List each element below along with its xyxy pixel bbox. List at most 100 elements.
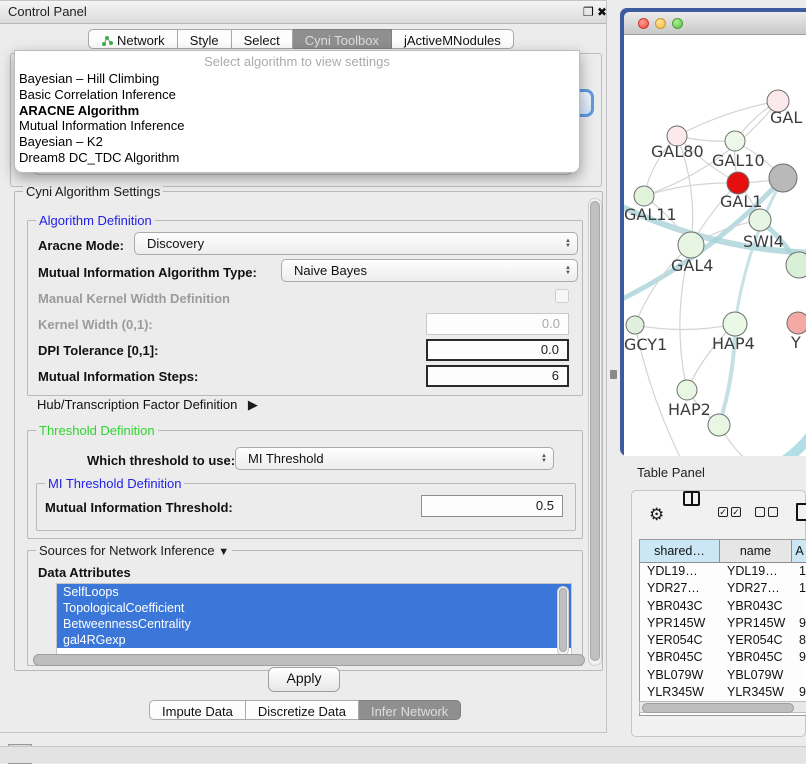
- network-node[interactable]: [708, 414, 730, 436]
- footer-bar: [0, 746, 806, 763]
- network-node[interactable]: [769, 164, 797, 192]
- gear-icon[interactable]: ⚙: [649, 505, 664, 525]
- tab-select[interactable]: Select: [232, 29, 293, 49]
- algorithm-option[interactable]: Bayesian – Hill Climbing: [15, 71, 579, 87]
- table-panel: ⚙ ✓ ✓ shared…nameA YDL19…YDL19…13YDR27…Y…: [631, 490, 806, 737]
- network-icon: [101, 35, 113, 47]
- network-node-gcy1[interactable]: [626, 316, 644, 334]
- data-attributes-list[interactable]: SelfLoopsTopologicalCoefficientBetweenne…: [56, 583, 572, 659]
- table-hscrollbar[interactable]: [639, 701, 806, 713]
- table-row[interactable]: YPR145WYPR145W9.: [640, 615, 806, 632]
- stepper-arrows-icon: ▲▼: [541, 454, 547, 464]
- table-header-row: shared…nameA: [640, 540, 806, 563]
- new-document-icon[interactable]: [796, 503, 806, 521]
- tab-label: Impute Data: [162, 704, 233, 719]
- table-cell: YER054C: [720, 632, 792, 649]
- panel-splitter-grip[interactable]: [610, 370, 617, 379]
- cyni-algorithm-settings-group: Cyni Algorithm Settings Algorithm Defini…: [14, 191, 603, 671]
- node-label: HAP2: [668, 400, 711, 419]
- attribute-item[interactable]: BetweennessCentrality: [57, 616, 571, 632]
- dpi-tolerance-field[interactable]: 0.0: [426, 339, 569, 361]
- table-hscrollbar-thumb[interactable]: [642, 703, 794, 713]
- table-row[interactable]: YDR27…YDR27…12: [640, 580, 806, 597]
- split-columns-icon[interactable]: [683, 491, 700, 506]
- close-icon[interactable]: ✖: [597, 5, 607, 19]
- close-traffic-light-icon[interactable]: [638, 18, 649, 29]
- network-canvas[interactable]: GALGAL80GAL10GAL1GAL11SWI4GAL4GCY1HAP4YH…: [624, 35, 806, 456]
- checked-boxes-icon[interactable]: ✓ ✓: [718, 507, 741, 517]
- algorithm-option[interactable]: Mutual Information Inference: [15, 118, 579, 134]
- aracne-mode-combobox[interactable]: Discovery ▲▼: [134, 232, 578, 255]
- tab-label: jActiveMNodules: [404, 33, 501, 48]
- unchecked-box-icon: [755, 507, 765, 517]
- network-graph: GALGAL80GAL10GAL1GAL11SWI4GAL4GCY1HAP4YH…: [624, 35, 806, 456]
- mi-threshold-group-title: MI Threshold Definition: [45, 476, 184, 491]
- attribute-item[interactable]: SelfLoops: [57, 584, 571, 600]
- tab-network[interactable]: Network: [88, 29, 178, 49]
- mi-threshold-field[interactable]: 0.5: [421, 495, 563, 517]
- settings-scrollbar[interactable]: [588, 198, 602, 666]
- aracne-mode-label: Aracne Mode:: [38, 238, 124, 253]
- attr-items: SelfLoopsTopologicalCoefficientBetweenne…: [57, 584, 571, 648]
- network-edge[interactable]: [774, 413, 806, 456]
- table-column-header[interactable]: shared…: [640, 540, 720, 562]
- attributes-scrollbar-thumb[interactable]: [559, 588, 567, 652]
- table-cell: [792, 598, 806, 615]
- apply-button[interactable]: Apply: [268, 667, 340, 692]
- attribute-item[interactable]: TopologicalCoefficient: [57, 600, 571, 616]
- network-node[interactable]: [786, 252, 806, 278]
- network-node-gal4[interactable]: [678, 232, 704, 258]
- node-label: GAL80: [651, 142, 704, 161]
- tab-infer-network[interactable]: Infer Network: [359, 700, 461, 720]
- control-panel-window: Control Panel ❐ ✖ Network Style Select C…: [0, 0, 607, 733]
- attributes-scrollbar[interactable]: [557, 586, 569, 656]
- settings-scrollbar-thumb[interactable]: [590, 201, 600, 661]
- table-row[interactable]: YDL19…YDL19…13: [640, 563, 806, 580]
- which-threshold-combobox[interactable]: MI Threshold ▲▼: [235, 447, 554, 470]
- manual-kernel-checkbox[interactable]: [555, 289, 569, 303]
- algorithm-option[interactable]: Bayesian – K2: [15, 134, 579, 150]
- kernel-width-field[interactable]: 0.0: [426, 313, 569, 335]
- node-table[interactable]: shared…nameA YDL19…YDL19…13YDR27…YDR27…1…: [639, 539, 806, 716]
- network-node-swi4[interactable]: [749, 209, 771, 231]
- minimize-traffic-light-icon[interactable]: [655, 18, 666, 29]
- control-panel-titlebar[interactable]: Control Panel ❐ ✖: [0, 1, 606, 24]
- table-row[interactable]: YBR043CYBR043C: [640, 598, 806, 615]
- node-label: Y: [790, 333, 801, 352]
- expander-down-icon[interactable]: ▼: [218, 546, 229, 558]
- algorithm-option[interactable]: ARACNE Algorithm: [15, 103, 579, 119]
- network-node-hap2[interactable]: [677, 380, 697, 400]
- mi-steps-field[interactable]: 6: [426, 365, 569, 387]
- table-row[interactable]: YBL079WYBL079W: [640, 667, 806, 684]
- tab-jactivemnodules[interactable]: jActiveMNodules: [392, 29, 514, 49]
- mi-type-combobox[interactable]: Naive Bayes ▲▼: [281, 259, 578, 282]
- tab-style[interactable]: Style: [178, 29, 232, 49]
- network-node-gal10[interactable]: [725, 131, 745, 151]
- tab-discretize-data[interactable]: Discretize Data: [246, 700, 359, 720]
- zoom-traffic-light-icon[interactable]: [672, 18, 683, 29]
- hub-definition-expander[interactable]: Hub/Transcription Factor Definition ▶: [37, 396, 258, 414]
- network-edge[interactable]: [635, 324, 735, 330]
- tab-label: Select: [244, 33, 280, 48]
- table-row[interactable]: YLR345WYLR345W9.: [640, 684, 806, 701]
- network-window-titlebar[interactable]: [624, 12, 806, 35]
- network-node-y[interactable]: [787, 312, 806, 334]
- table-row[interactable]: YBR045CYBR045C9.: [640, 649, 806, 666]
- table-column-header[interactable]: name: [720, 540, 792, 562]
- tab-cyni-toolbox[interactable]: Cyni Toolbox: [293, 29, 392, 49]
- unchecked-boxes-icon[interactable]: [755, 507, 778, 517]
- table-column-header[interactable]: A: [792, 540, 806, 562]
- network-node-gal1[interactable]: [727, 172, 749, 194]
- attribute-item[interactable]: gal4RGexp: [57, 632, 571, 648]
- tab-impute-data[interactable]: Impute Data: [149, 700, 246, 720]
- checked-box-icon: ✓: [718, 507, 728, 517]
- float-window-icon[interactable]: ❐: [583, 5, 594, 19]
- algorithm-option[interactable]: Basic Correlation Inference: [15, 87, 579, 103]
- network-node-hap4[interactable]: [723, 312, 747, 336]
- table-row[interactable]: YER054CYER054C8.: [640, 632, 806, 649]
- settings-hscrollbar-thumb[interactable]: [33, 654, 585, 666]
- threshold-definition-group: Threshold Definition Which threshold to …: [27, 430, 583, 539]
- table-cell: YBR043C: [640, 598, 720, 615]
- algorithm-option[interactable]: Dream8 DC_TDC Algorithm: [15, 150, 579, 166]
- network-node-gal11[interactable]: [634, 186, 654, 206]
